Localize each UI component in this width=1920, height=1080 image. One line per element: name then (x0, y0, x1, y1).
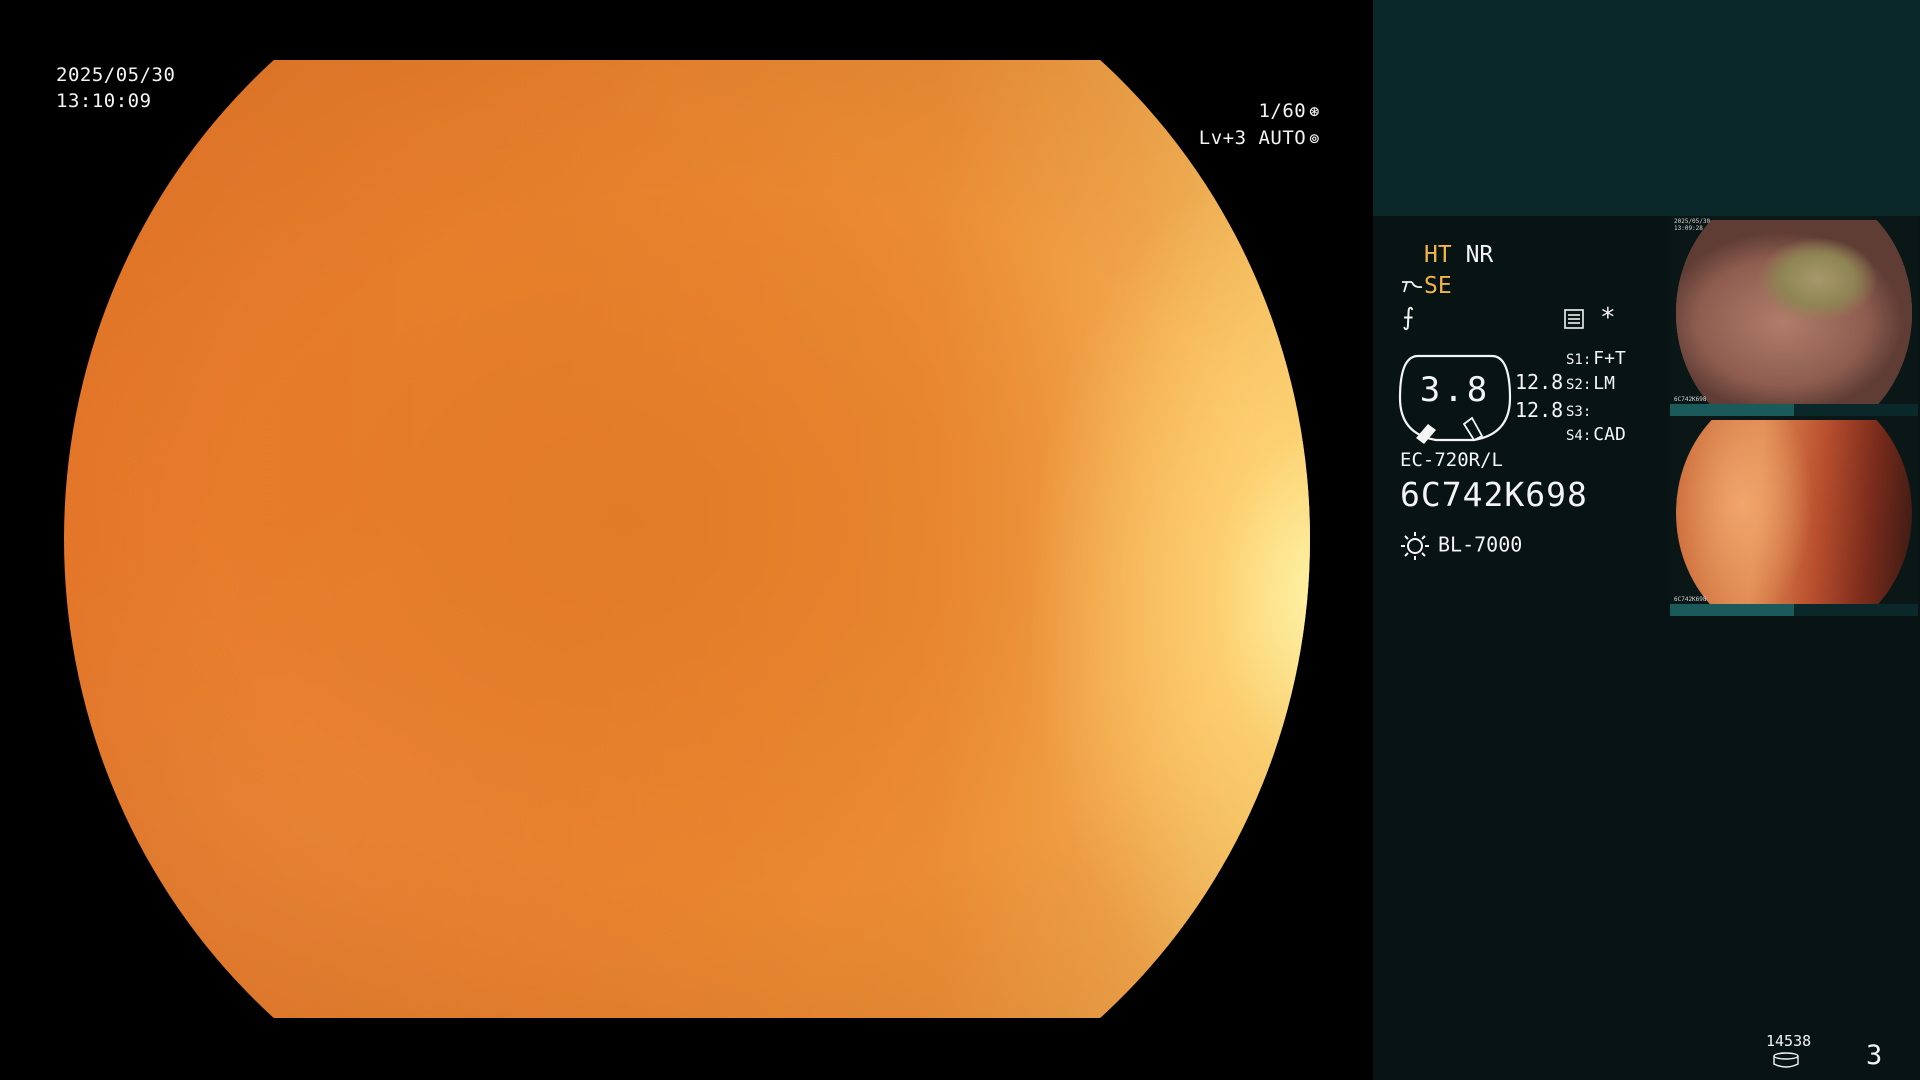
capture-counter: 14538 (1766, 1032, 1812, 1050)
iris-icon: ⊚ (1309, 129, 1320, 149)
light-source-label: BL-7000 (1438, 532, 1523, 557)
storage-icon (1773, 1052, 1799, 1068)
aperture-icon: ⊛ (1309, 102, 1320, 122)
thumbnail-serial: 6C742K698 (1674, 596, 1707, 603)
capture-thumbnail[interactable]: 6C742K698 (1670, 416, 1918, 616)
date-time-overlay: 2025/05/30 13:10:09 (56, 62, 175, 114)
time-label: 13:10:09 (56, 90, 152, 112)
switch-row-2: S2: LM (1566, 373, 1615, 394)
switch-value: CAD (1593, 424, 1626, 445)
switch-row-4: S4: CAD (1566, 424, 1626, 445)
histogram-icon (1564, 309, 1584, 329)
se-indicator: SE (1424, 273, 1452, 299)
thumbnail-image (1676, 420, 1912, 606)
nr-indicator: NR (1465, 242, 1494, 268)
switch-value: F+T (1593, 348, 1626, 369)
capture-thumbnail[interactable]: 2025/05/30 13:09:28 6C742K698 (1670, 216, 1918, 416)
light-source-row: BL-7000 (1400, 531, 1522, 561)
scope-serial: 6C742K698 (1400, 475, 1588, 514)
exposure-overlay: 1/60 ⊛ Lv+3 AUTO ⊚ (1178, 98, 1320, 152)
switch-key: S1: (1566, 352, 1592, 368)
gamma-icon: ⨍ (1402, 303, 1415, 331)
light-source-icon (1401, 532, 1429, 560)
gauge-value: 3.8 (1419, 370, 1491, 410)
ht-indicator: HT (1424, 242, 1452, 268)
endoscope-main-view (64, 60, 1310, 1018)
page-number: 3 (1866, 1040, 1883, 1071)
thumbnail-serial: 6C742K698 (1674, 396, 1707, 403)
thumbnail-image (1676, 220, 1912, 406)
exposure-mode-label: AUTO (1258, 127, 1307, 149)
value-b: 12.8 (1515, 398, 1564, 422)
thumbnail-bar-highlight (1670, 404, 1794, 416)
switch-value: LM (1593, 373, 1615, 394)
switch-key: S2: (1566, 377, 1592, 393)
switch-row-1: S1: F+T (1566, 348, 1626, 369)
switch-row-3: S3: (1566, 400, 1593, 421)
switch-key: S4: (1566, 428, 1592, 444)
shutter-speed-label: 1/60 (1258, 100, 1307, 122)
thumbnail-date: 2025/05/30 13:09:28 (1674, 218, 1711, 232)
level-label: Lv+3 (1198, 127, 1247, 149)
value-a: 12.8 (1515, 370, 1564, 394)
ht-nr-row: HT NR (1424, 242, 1493, 268)
thumbnail-bar-highlight (1670, 604, 1794, 616)
switch-key: S3: (1566, 404, 1592, 420)
date-label: 2025/05/30 (56, 64, 176, 86)
asterisk-indicator: * (1600, 303, 1616, 333)
info-panel-header (1373, 0, 1920, 216)
se-row: SE (1400, 273, 1452, 299)
structure-enhance-icon (1402, 280, 1423, 292)
scope-model: EC-720R/L (1400, 449, 1503, 471)
